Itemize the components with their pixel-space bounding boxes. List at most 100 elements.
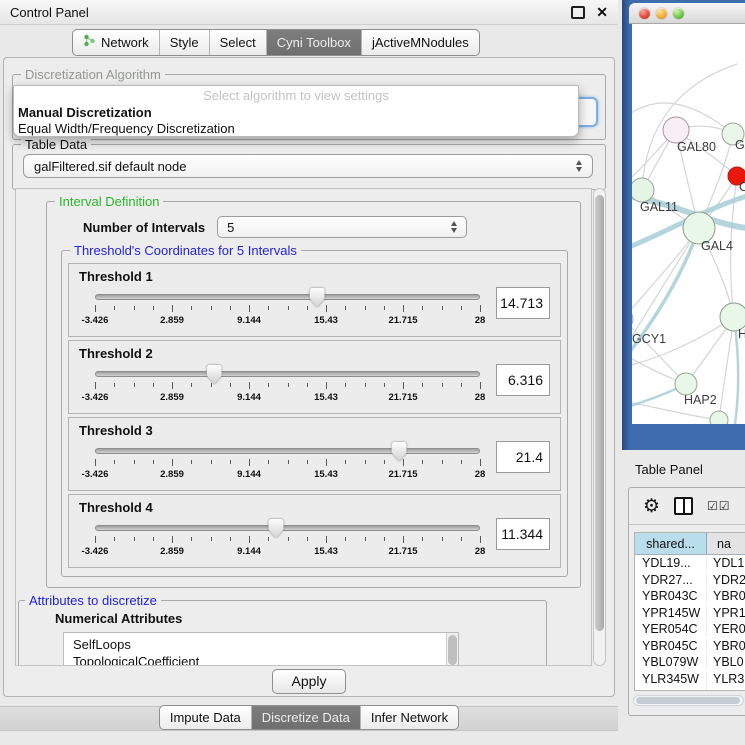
- table-row[interactable]: YLR345W YLR3: [635, 671, 745, 688]
- table-panel-title: Table Panel: [635, 462, 703, 477]
- threshold-panel: Threshold 3 -3.4262.8599.14415.4321.7152…: [68, 417, 561, 491]
- column-header-name[interactable]: na: [707, 533, 745, 554]
- gear-icon[interactable]: ⚙: [643, 497, 660, 516]
- network-window: GAL80GACGAL11GAL4GCY1HHAP2: [622, 0, 745, 450]
- slider-tick-labels: -3.4262.8599.14415.4321.71528: [95, 469, 480, 481]
- stepper-arrows-icon: [576, 160, 582, 172]
- tab-jactivemnodules[interactable]: jActiveMNodules: [361, 30, 479, 55]
- control-panel-titlebar: Control Panel ✕: [0, 0, 618, 25]
- slider-tick-labels: -3.4262.8599.14415.4321.71528: [95, 392, 480, 404]
- threshold-value-field[interactable]: 14.713: [496, 287, 550, 319]
- number-of-intervals-label: Number of Intervals: [83, 220, 205, 235]
- threshold-slider[interactable]: -3.4262.8599.14415.4321.71528: [95, 521, 480, 561]
- threshold-value-field[interactable]: 6.316: [496, 364, 550, 396]
- table-row[interactable]: YIL052C YIL0: [635, 687, 745, 691]
- slider-tick-labels: -3.4262.8599.14415.4321.71528: [95, 315, 480, 327]
- slider-track[interactable]: [95, 448, 480, 454]
- mac-close-button[interactable]: [639, 8, 650, 19]
- network-view-canvas[interactable]: GAL80GACGAL11GAL4GCY1HHAP2: [632, 24, 745, 424]
- tab-select[interactable]: Select: [209, 30, 266, 55]
- table-row[interactable]: YDR27... YDR2: [635, 572, 745, 589]
- network-edge: [632, 319, 686, 384]
- node-GCY1[interactable]: [632, 309, 633, 329]
- slider-ticks: [95, 305, 480, 313]
- algorithm-option-equal-width[interactable]: Equal Width/Frequency Discretization: [14, 121, 578, 137]
- slider-tick-labels: -3.4262.8599.14415.4321.71528: [95, 546, 480, 558]
- tab-cyni-toolbox[interactable]: Cyni Toolbox: [266, 30, 361, 55]
- slider-ticks: [95, 536, 480, 544]
- threshold-panel: Threshold 1 -3.4262.8599.14415.4321.7152…: [68, 263, 561, 337]
- threshold-value-field[interactable]: 21.4: [496, 441, 550, 473]
- attribute-items: SelfLoopsTopologicalCoefficientBetweenne…: [73, 636, 458, 666]
- threshold-label: Threshold 1: [77, 269, 552, 284]
- attributes-group: Attributes to discretize Numerical Attri…: [18, 600, 547, 666]
- table-panel: ⚙ ☑☑ shared... na YDL19... YDL1 YDR27...…: [628, 487, 745, 716]
- attribute-item[interactable]: TopologicalCoefficient: [73, 653, 458, 666]
- table-row[interactable]: YPR145W YPR1: [635, 605, 745, 622]
- control-panel-title: Control Panel: [10, 5, 89, 20]
- table-data-combobox[interactable]: galFiltered.sif default node: [23, 154, 593, 178]
- tab-network[interactable]: Network: [73, 30, 159, 55]
- attributes-scrollbar[interactable]: [446, 633, 458, 666]
- node-label: GAL4: [701, 239, 733, 253]
- node-label: GCY1: [632, 332, 666, 346]
- node-label: GAL11: [640, 200, 678, 214]
- network-icon: [83, 34, 96, 50]
- mac-zoom-button[interactable]: [673, 8, 684, 19]
- table-data-group: Table Data galFiltered.sif default node: [12, 144, 606, 190]
- table-row[interactable]: YBR045C YBR0: [635, 638, 745, 655]
- tab-discretize-data[interactable]: Discretize Data: [251, 706, 360, 729]
- tab-style[interactable]: Style: [159, 30, 209, 55]
- number-of-intervals-combobox[interactable]: 5: [217, 216, 467, 238]
- threshold-slider[interactable]: -3.4262.8599.14415.4321.71528: [95, 367, 480, 407]
- threshold-label: Threshold 2: [77, 346, 552, 361]
- node-bottom-partial[interactable]: [710, 411, 728, 424]
- table-row[interactable]: YBL079W YBL0: [635, 654, 745, 671]
- node-label: GAL80: [677, 140, 716, 154]
- apply-button[interactable]: Apply: [272, 669, 345, 694]
- threshold-label: Threshold 3: [77, 423, 552, 438]
- threshold-label: Threshold 4: [77, 500, 552, 515]
- node-HAP2[interactable]: [675, 373, 697, 395]
- threshold-slider[interactable]: -3.4262.8599.14415.4321.71528: [95, 290, 480, 330]
- tab-impute-data[interactable]: Impute Data: [160, 706, 251, 729]
- table-row[interactable]: YDL19... YDL1: [635, 555, 745, 572]
- node-label: C: [739, 180, 745, 194]
- settings-scroll-viewport: Interval Definition Number of Intervals …: [15, 188, 592, 666]
- slider-track[interactable]: [95, 294, 480, 300]
- threshold-slider[interactable]: -3.4262.8599.14415.4321.71528: [95, 444, 480, 484]
- attribute-item[interactable]: SelfLoops: [73, 636, 458, 653]
- table-row[interactable]: YBR043C YBR0: [635, 588, 745, 605]
- numerical-attributes-label: Numerical Attributes: [55, 611, 536, 626]
- algorithm-option-manual[interactable]: Manual Discretization: [14, 105, 578, 121]
- column-header-shared-name[interactable]: shared...: [635, 533, 707, 554]
- top-tabbar: Network Style Select Cyni Toolbox jActiv…: [72, 29, 480, 56]
- node-GAL11[interactable]: [632, 178, 654, 202]
- table-row[interactable]: YER054C YER0: [635, 621, 745, 638]
- node-label: H: [738, 327, 745, 341]
- table-toolbar: ⚙ ☑☑: [629, 488, 745, 525]
- tab-infer-network[interactable]: Infer Network: [360, 706, 458, 729]
- mac-minimize-button[interactable]: [656, 8, 667, 19]
- table-data-value: galFiltered.sif default node: [34, 159, 186, 174]
- select-columns-checkboxes-icon[interactable]: ☑☑: [707, 499, 731, 513]
- attributes-group-label: Attributes to discretize: [25, 593, 161, 608]
- slider-track[interactable]: [95, 371, 480, 377]
- table-horizontal-scrollbar[interactable]: [633, 695, 744, 706]
- numerical-attributes-list[interactable]: SelfLoopsTopologicalCoefficientBetweenne…: [63, 632, 459, 666]
- column-layout-icon[interactable]: [674, 497, 693, 515]
- settings-scrollbar[interactable]: [593, 188, 606, 666]
- cyni-content-frame: Discretization Algorithm Select algorith…: [3, 57, 615, 697]
- node-label: GA: [735, 138, 745, 152]
- threshold-list: Threshold 1 -3.4262.8599.14415.4321.7152…: [68, 263, 561, 568]
- number-of-intervals-value: 5: [227, 220, 234, 235]
- threshold-value-field[interactable]: 11.344: [496, 518, 550, 550]
- slider-track[interactable]: [95, 525, 480, 531]
- network-window-titlebar: [629, 3, 745, 24]
- thresholds-group: Threshold's Coordinates for 5 Intervals …: [61, 250, 568, 577]
- network-edge: [632, 228, 699, 344]
- slider-ticks: [95, 382, 480, 390]
- close-icon[interactable]: ✕: [596, 5, 608, 19]
- float-window-icon[interactable]: [571, 6, 585, 19]
- interval-definition-label: Interval Definition: [55, 194, 163, 209]
